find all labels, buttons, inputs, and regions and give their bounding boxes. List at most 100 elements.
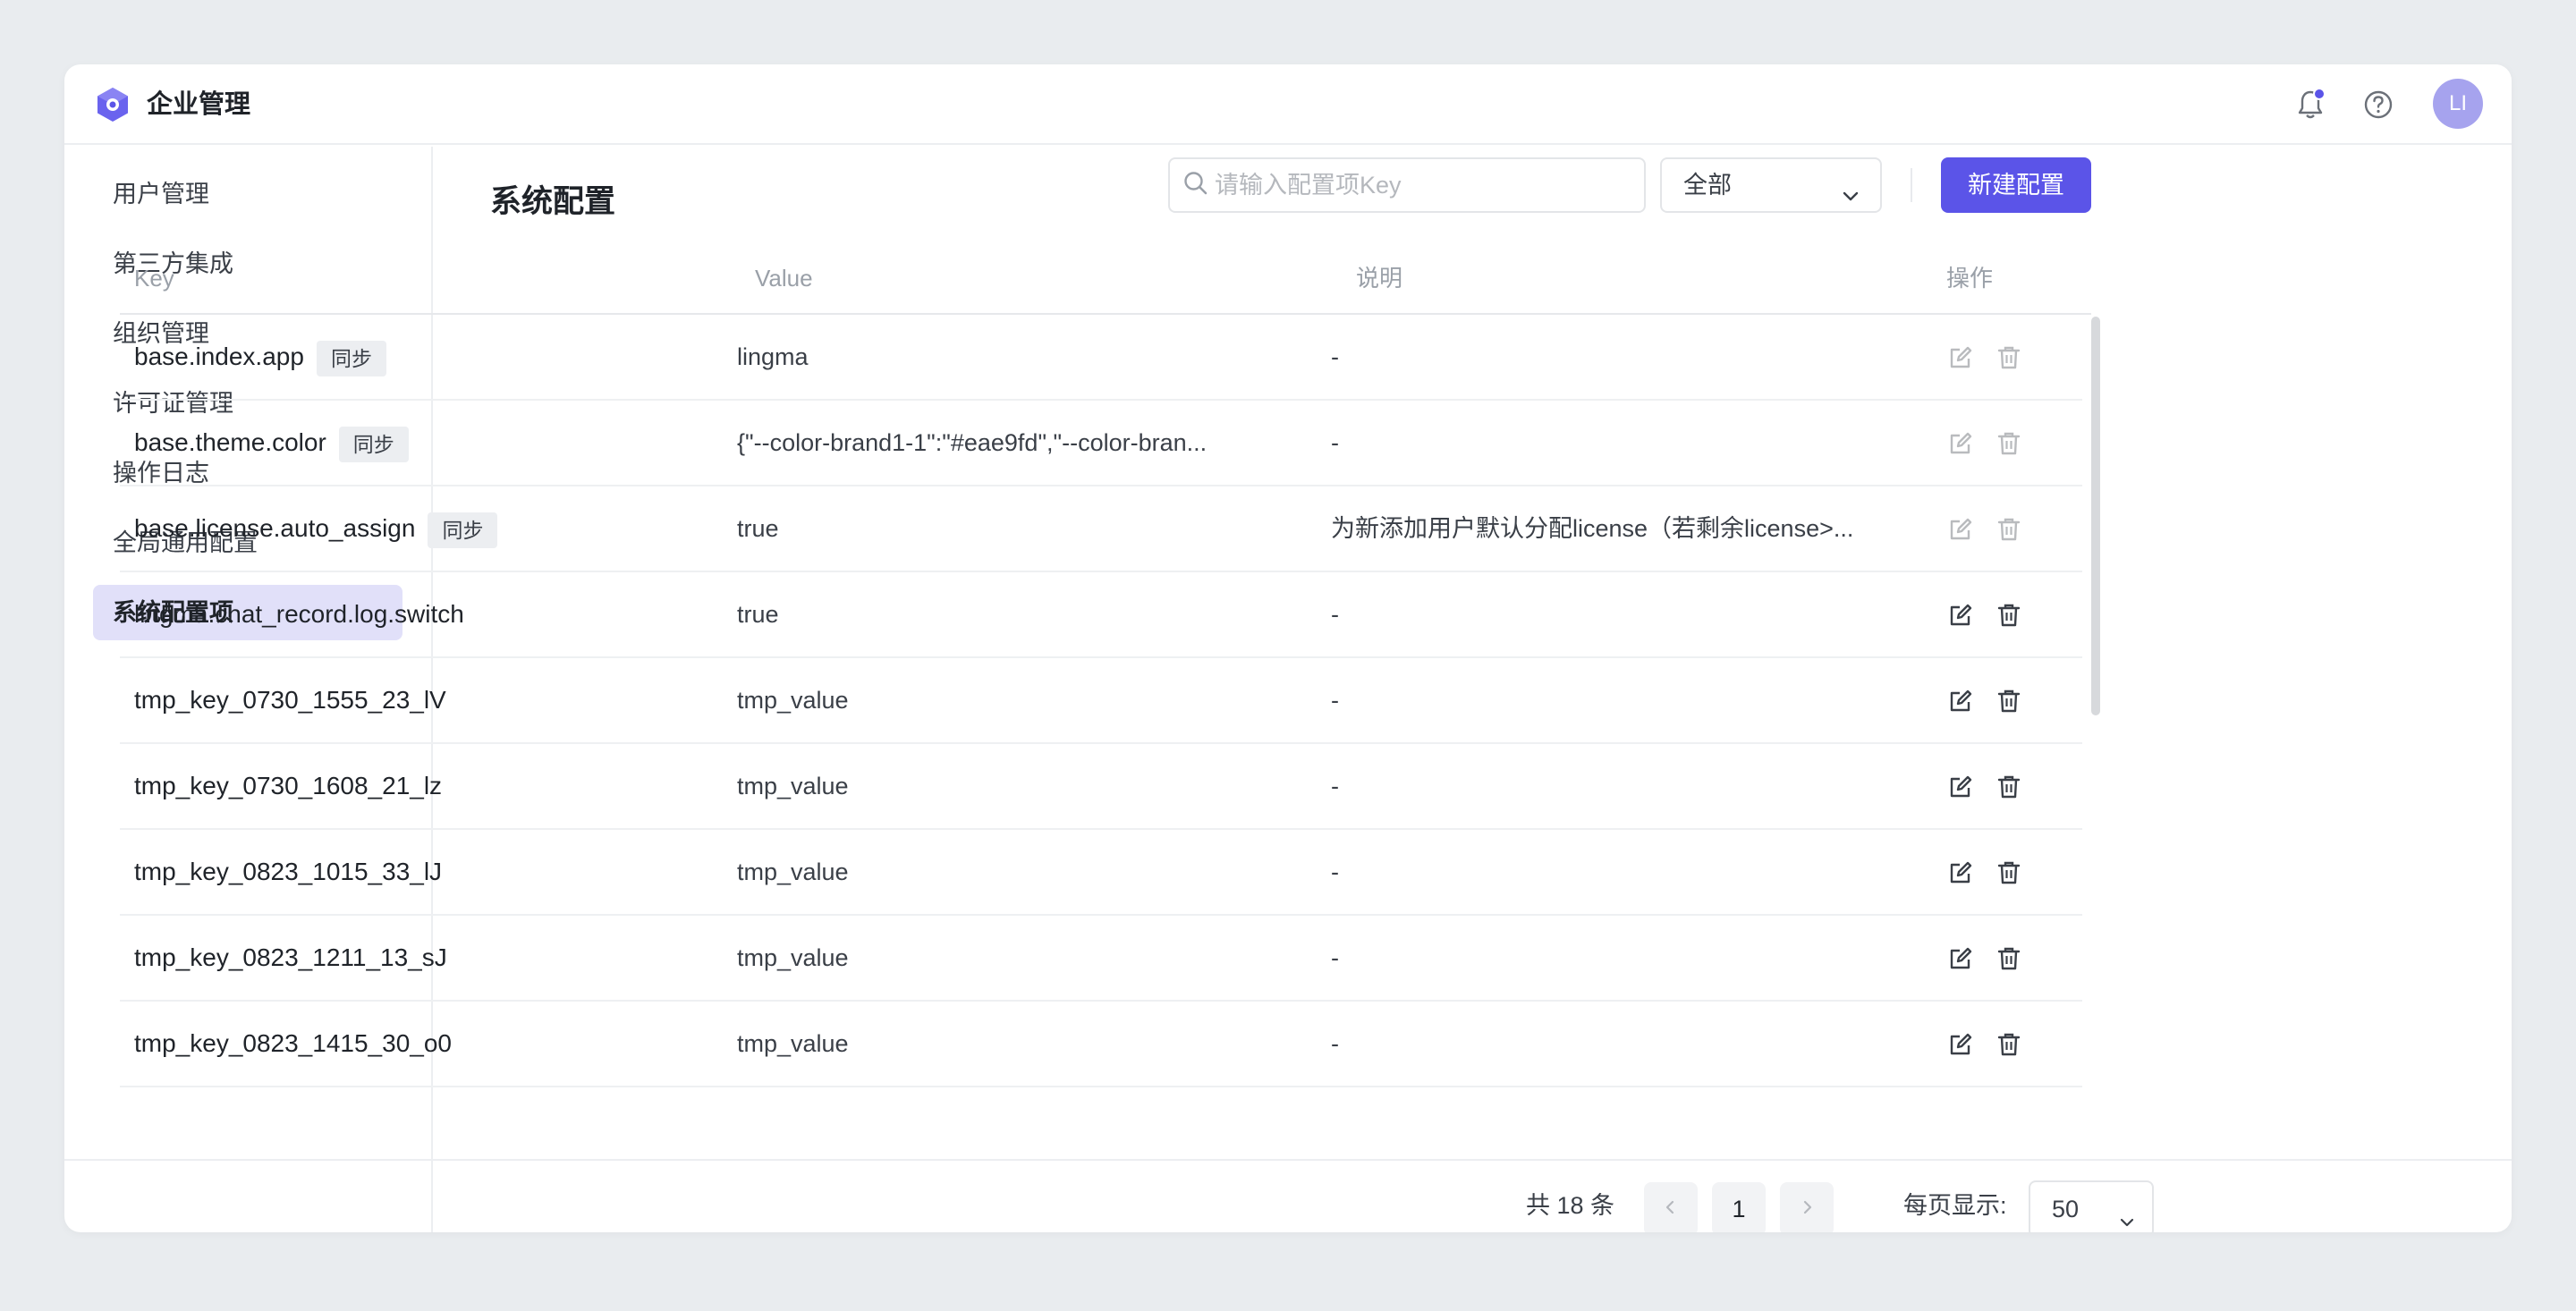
row-description: -	[1331, 601, 1339, 628]
bell-icon[interactable]	[2292, 86, 2329, 123]
filter-select-value: 全部	[1683, 172, 1732, 199]
row-actions	[1945, 857, 2025, 889]
row-value: lingma	[737, 343, 809, 370]
edit-icon[interactable]	[1945, 427, 1977, 460]
trash-icon[interactable]	[1993, 1028, 2025, 1061]
row-actions	[1945, 599, 2025, 631]
edit-icon[interactable]	[1945, 685, 1977, 717]
edit-icon[interactable]	[1945, 599, 1977, 631]
trash-icon[interactable]	[1993, 943, 2025, 975]
chevron-down-icon	[2116, 1198, 2138, 1232]
row-key-text: tmp_key_0823_1415_30_o0	[134, 1029, 452, 1057]
column-header-actions: 操作	[1946, 265, 1994, 292]
per-page-label: 每页显示:	[1903, 1192, 2007, 1219]
edit-icon[interactable]	[1945, 771, 1977, 803]
search-input[interactable]	[1215, 171, 1626, 199]
row-actions	[1945, 1028, 2025, 1061]
sync-badge: 同步	[316, 340, 386, 376]
row-actions	[1945, 342, 2025, 374]
row-key-text: lingma.chat_record.log.switch	[134, 600, 464, 628]
edit-icon[interactable]	[1945, 513, 1977, 546]
app-title: 企业管理	[147, 90, 251, 119]
row-key: tmp_key_0823_1415_30_o0	[134, 1002, 452, 1086]
row-value: tmp_value	[737, 687, 849, 714]
edit-icon[interactable]	[1945, 1028, 1977, 1061]
row-value: tmp_value	[737, 944, 849, 971]
row-value: tmp_value	[737, 773, 849, 799]
row-key-text: tmp_key_0730_1555_23_lV	[134, 686, 446, 714]
table-row: tmp_key_0730_1555_23_lV tmp_value -	[120, 658, 2082, 744]
row-actions	[1945, 685, 2025, 717]
prev-page-button[interactable]	[1644, 1182, 1698, 1232]
table-row: lingma.chat_record.log.switch true -	[120, 572, 2082, 658]
new-config-button[interactable]: 新建配置	[1941, 157, 2091, 213]
table-row: base.theme.color 同步 {"--color-brand1-1":"#…	[120, 401, 2082, 486]
table-row: tmp_key_0823_1211_13_sJ tmp_value -	[120, 916, 2082, 1002]
row-key: base.index.app 同步	[134, 315, 386, 399]
search-field[interactable]	[1168, 157, 1646, 213]
row-key-text: tmp_key_0730_1608_21_lz	[134, 772, 443, 799]
row-key-text: base.theme.color	[134, 428, 326, 456]
trash-icon[interactable]	[1993, 427, 2025, 460]
search-icon	[1182, 170, 1209, 201]
row-actions	[1945, 427, 2025, 460]
table-row: tmp_key_0730_1608_21_lz tmp_value -	[120, 744, 2082, 830]
app-window: 企业管理 LI 用户管理 第三方集成 组织管理 许可证管理 操作日志 全局通用配…	[64, 64, 2512, 1232]
row-value: {"--color-brand1-1":"#eae9fd","--color-b…	[737, 429, 1208, 456]
toolbar-divider	[1911, 168, 1912, 202]
row-description: -	[1331, 687, 1339, 714]
sync-badge: 同步	[338, 426, 409, 462]
next-page-button[interactable]	[1780, 1182, 1834, 1232]
trash-icon[interactable]	[1993, 342, 2025, 374]
chevron-down-icon	[1839, 173, 1862, 225]
table-row: tmp_key_0823_1415_30_o0 tmp_value -	[120, 1002, 2082, 1087]
per-page-select[interactable]: 50	[2029, 1180, 2154, 1232]
per-page-value: 50	[2052, 1196, 2080, 1222]
trash-icon[interactable]	[1993, 599, 2025, 631]
row-value: true	[737, 515, 779, 542]
row-description: -	[1331, 429, 1339, 456]
row-key-text: base.index.app	[134, 343, 304, 370]
table-scrollbar[interactable]	[2091, 317, 2100, 715]
table-row: base.index.app 同步 lingma -	[120, 315, 2082, 401]
table-header: Key Value 说明 操作	[120, 241, 2091, 315]
row-description: -	[1331, 858, 1339, 885]
row-key-text: tmp_key_0823_1015_33_lJ	[134, 858, 443, 885]
column-header-value: Value	[755, 265, 813, 292]
row-description: -	[1331, 343, 1339, 370]
trash-icon[interactable]	[1993, 857, 2025, 889]
chevron-right-icon	[1797, 1196, 1817, 1223]
edit-icon[interactable]	[1945, 342, 1977, 374]
filter-select[interactable]: 全部	[1660, 157, 1882, 213]
avatar[interactable]: LI	[2433, 79, 2483, 129]
table-row: tmp_key_0823_1015_33_lJ tmp_value -	[120, 830, 2082, 916]
trash-icon[interactable]	[1993, 513, 2025, 546]
sync-badge: 同步	[428, 512, 498, 548]
edit-icon[interactable]	[1945, 943, 1977, 975]
top-header: 企业管理 LI	[64, 64, 2512, 145]
total-count: 共 18 条	[1526, 1192, 1615, 1219]
trash-icon[interactable]	[1993, 771, 2025, 803]
row-key: tmp_key_0730_1555_23_lV	[134, 658, 446, 742]
edit-icon[interactable]	[1945, 857, 1977, 889]
row-value: tmp_value	[737, 858, 849, 885]
page-title: 系统配置	[490, 184, 616, 219]
pagination-bar: 共 18 条 1 每页显示: 50	[64, 1159, 2512, 1232]
column-header-key: Key	[134, 265, 174, 292]
row-key-text: base.license.auto_assign	[134, 514, 416, 542]
page-button-current[interactable]: 1	[1712, 1182, 1766, 1232]
row-description: -	[1331, 1030, 1339, 1057]
sidebar-item-users[interactable]: 用户管理	[93, 166, 402, 222]
row-key: tmp_key_0823_1211_13_sJ	[134, 916, 447, 1000]
row-key: base.theme.color 同步	[134, 401, 409, 485]
row-description: -	[1331, 944, 1339, 971]
row-key: tmp_key_0823_1015_33_lJ	[134, 830, 442, 914]
row-actions	[1945, 513, 2025, 546]
row-key: lingma.chat_record.log.switch	[134, 572, 464, 656]
row-actions	[1945, 771, 2025, 803]
row-value: true	[737, 601, 779, 628]
column-header-description: 说明	[1356, 265, 1403, 292]
row-description: 为新添加用户默认分配license（若剩余license>...	[1331, 515, 1854, 542]
trash-icon[interactable]	[1993, 685, 2025, 717]
question-circle-icon[interactable]	[2360, 86, 2397, 123]
